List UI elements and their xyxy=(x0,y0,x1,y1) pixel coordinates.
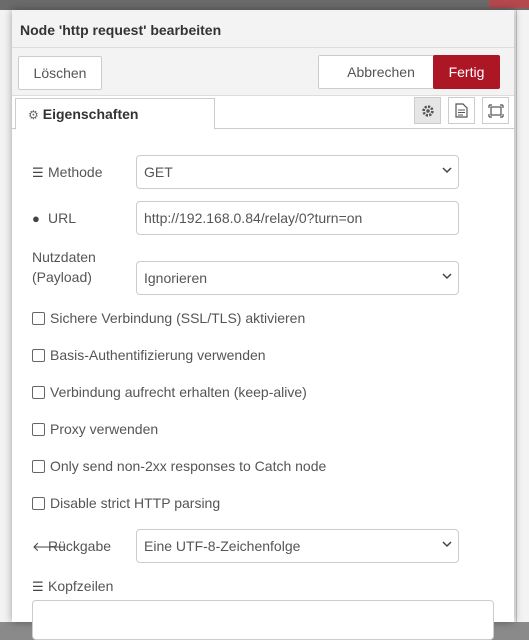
keep-alive-checkbox-label: Verbindung aufrecht erhalten (keep-alive… xyxy=(50,384,307,400)
return-label: Rückgabe xyxy=(48,538,112,554)
method-select[interactable]: GET xyxy=(136,155,459,189)
method-value: GET xyxy=(144,164,173,180)
basic-auth-checkbox[interactable] xyxy=(32,348,45,362)
payload-label-line2: (Payload) xyxy=(32,269,92,285)
chevron-down-icon xyxy=(442,167,452,174)
chevron-down-icon xyxy=(442,273,452,280)
headers-list[interactable] xyxy=(32,600,494,640)
globe-icon: ● xyxy=(32,211,40,226)
tab-properties-label: Eigenschaften xyxy=(42,106,139,122)
proxy-checkbox[interactable] xyxy=(32,422,45,436)
keep-alive-checkbox-row[interactable]: Verbindung aufrecht erhalten (keep-alive… xyxy=(32,384,307,400)
dialog-title: Node 'http request' bearbeiten xyxy=(12,10,514,48)
strict-http-checkbox[interactable] xyxy=(32,496,45,510)
method-label: Methode xyxy=(48,164,103,180)
chevron-down-icon xyxy=(442,541,452,548)
description-tab-icon[interactable] xyxy=(448,97,475,124)
return-select[interactable]: Eine UTF-8-Zeichenfolge xyxy=(136,529,459,563)
url-value: http://192.168.0.84/relay/0?turn=on xyxy=(144,210,363,226)
payload-label-line1: Nutzdaten xyxy=(32,249,96,265)
frame-icon xyxy=(487,103,504,118)
return-row: 🡐Rückgabe Eine UTF-8-Zeichenfolge xyxy=(32,529,462,563)
delete-button[interactable]: Löschen xyxy=(18,56,102,90)
strict-http-checkbox-row[interactable]: Disable strict HTTP parsing xyxy=(32,495,220,511)
arrow-left-icon: 🡐 xyxy=(32,539,67,554)
catch-non2xx-checkbox-label: Only send non-2xx responses to Catch nod… xyxy=(50,458,327,474)
dialog-toolbar: Löschen Abbrechen Fertig xyxy=(12,48,514,96)
workspace-right-edge xyxy=(513,10,529,622)
gear-icon xyxy=(421,104,434,117)
url-row: ● URL http://192.168.0.84/relay/0?turn=on xyxy=(32,201,462,235)
strict-http-checkbox-label: Disable strict HTTP parsing xyxy=(50,495,221,511)
dialog-tabs: ⚙ Eigenschaften xyxy=(12,96,514,130)
appearance-tab-icon[interactable] xyxy=(482,97,509,124)
tasks-icon: ☰ xyxy=(32,165,44,180)
headers-label: Kopfzeilen xyxy=(48,578,114,594)
tab-properties[interactable]: ⚙ Eigenschaften xyxy=(15,98,215,130)
proxy-checkbox-label: Proxy verwenden xyxy=(50,421,159,437)
headers-row: ☰ Kopfzeilen xyxy=(32,577,462,597)
catch-non2xx-checkbox[interactable] xyxy=(32,459,45,473)
workspace-left-edge xyxy=(0,10,12,622)
list-icon: ☰ xyxy=(32,579,44,594)
document-icon xyxy=(455,103,468,118)
cancel-button[interactable]: Abbrechen xyxy=(318,55,444,89)
url-input[interactable]: http://192.168.0.84/relay/0?turn=on xyxy=(136,201,459,235)
ssl-checkbox[interactable] xyxy=(32,311,45,325)
done-button[interactable]: Fertig xyxy=(433,55,500,89)
basic-auth-checkbox-row[interactable]: Basis-Authentifizierung verwenden xyxy=(32,347,266,363)
settings-tab-icon[interactable] xyxy=(414,97,441,124)
payload-select[interactable]: Ignorieren xyxy=(136,261,459,295)
gear-icon: ⚙ xyxy=(28,108,39,122)
proxy-checkbox-row[interactable]: Proxy verwenden xyxy=(32,421,158,437)
payload-value: Ignorieren xyxy=(144,270,208,286)
catch-non2xx-checkbox-row[interactable]: Only send non-2xx responses to Catch nod… xyxy=(32,458,326,474)
method-row: ☰ Methode GET xyxy=(32,155,462,189)
edit-dialog: Node 'http request' bearbeiten Löschen A… xyxy=(12,10,514,640)
keep-alive-checkbox[interactable] xyxy=(32,385,45,399)
payload-row: Nutzdaten (Payload) Ignorieren xyxy=(32,248,462,296)
workspace-top-accent xyxy=(489,0,529,8)
ssl-checkbox-label: Sichere Verbindung (SSL/TLS) aktivieren xyxy=(50,310,306,326)
ssl-checkbox-row[interactable]: Sichere Verbindung (SSL/TLS) aktivieren xyxy=(32,310,305,326)
return-value: Eine UTF-8-Zeichenfolge xyxy=(144,538,301,554)
url-label: URL xyxy=(48,210,77,226)
workspace-top-strip xyxy=(0,0,529,10)
basic-auth-checkbox-label: Basis-Authentifizierung verwenden xyxy=(50,347,266,363)
